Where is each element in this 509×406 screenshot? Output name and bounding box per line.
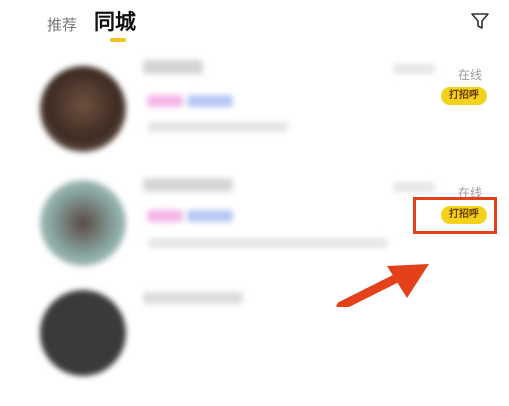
tab-nearby[interactable]: 同城 — [94, 6, 136, 36]
distance-blurred — [393, 64, 435, 74]
username-blurred — [143, 292, 243, 304]
pointer-arrow-icon — [336, 264, 429, 307]
tag-blurred — [187, 95, 233, 107]
tag-blurred — [147, 210, 183, 222]
username-blurred — [143, 60, 203, 74]
avatar[interactable] — [40, 180, 126, 266]
filter-icon[interactable] — [469, 10, 491, 32]
username-blurred — [143, 178, 233, 192]
avatar[interactable] — [40, 66, 126, 152]
tag-blurred — [147, 95, 183, 107]
active-tab-indicator — [110, 38, 126, 42]
online-status: 在线 — [458, 68, 483, 82]
bio-blurred — [148, 122, 288, 132]
user-list-item[interactable]: 在线 打招呼 — [0, 50, 509, 170]
tag-blurred — [187, 210, 233, 222]
greet-button[interactable]: 打招呼 — [441, 87, 487, 105]
tab-recommend[interactable]: 推荐 — [47, 14, 77, 35]
greet-button-highlight — [413, 197, 497, 234]
bio-blurred — [148, 238, 388, 248]
distance-blurred — [393, 182, 435, 192]
top-tab-bar: 推荐 同城 — [0, 0, 509, 48]
